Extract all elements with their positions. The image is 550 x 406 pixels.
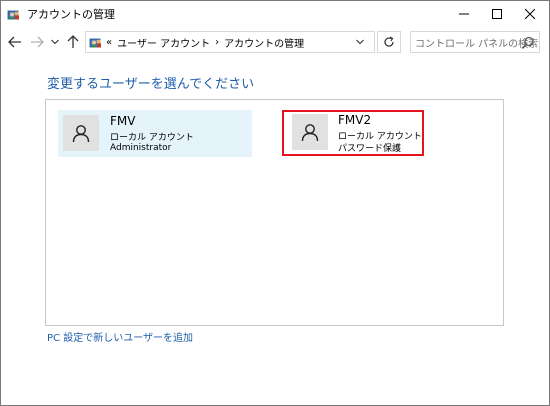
chevron-down-icon [51,39,59,45]
address-dropdown-button[interactable] [352,34,368,50]
search-input[interactable]: コントロール パネルの検索 [410,31,540,53]
search-placeholder: コントロール パネルの検索 [415,39,539,50]
account-list: FMV ローカル アカウント Administrator FMV2 ローカル ア… [45,99,504,326]
breadcrumb-user-accounts[interactable]: ユーザー アカウント [117,35,210,50]
arrow-right-icon [31,36,44,48]
account-management-window: アカウントの管理 « ユーザー アカウント › アカウントの管理 コントロール … [0,0,550,406]
account-role: Administrator [110,143,172,153]
control-panel-icon [89,35,103,49]
account-tile-fmv2[interactable]: FMV2 ローカル アカウント パスワード保護 [282,110,424,156]
account-type: ローカル アカウント [110,133,194,143]
breadcrumb-separator[interactable]: › [215,37,219,48]
address-bar[interactable]: « ユーザー アカウント › アカウントの管理 [85,31,375,53]
minimize-button[interactable] [447,1,481,27]
breadcrumb-manage-accounts[interactable]: アカウントの管理 [224,35,304,50]
breadcrumb-overflow[interactable]: « [106,37,112,48]
account-tile-fmv[interactable]: FMV ローカル アカウント Administrator [58,110,252,157]
search-icon[interactable] [521,35,535,49]
maximize-icon [492,9,502,19]
control-panel-icon [7,7,21,21]
chevron-down-icon [356,39,364,45]
refresh-button[interactable] [377,31,401,53]
page-title: 変更するユーザーを選んでください [47,77,255,92]
close-icon [525,9,535,19]
add-user-link[interactable]: PC 設定で新しいユーザーを追加 [47,329,193,344]
maximize-button[interactable] [480,1,514,27]
back-button[interactable] [7,34,23,50]
title-bar: アカウントの管理 [1,1,549,27]
user-icon [301,124,319,142]
navigation-bar: « ユーザー アカウント › アカウントの管理 コントロール パネルの検索 [1,28,549,56]
user-icon [72,125,90,143]
account-protection: パスワード保護 [338,144,402,154]
arrow-left-icon [8,36,21,48]
account-name: FMV [110,114,136,128]
arrow-up-icon [67,35,79,48]
avatar [63,115,99,151]
recent-locations-button[interactable] [49,34,61,50]
breadcrumb: « ユーザー アカウント › アカウントの管理 [106,35,304,50]
up-button[interactable] [65,34,81,50]
refresh-icon [384,36,394,47]
forward-button[interactable] [29,34,45,50]
window-title: アカウントの管理 [27,8,115,21]
minimize-icon [459,13,469,15]
close-button[interactable] [513,1,547,27]
avatar [292,114,328,150]
main-content: 変更するユーザーを選んでください FMV ローカル アカウント Administ… [1,57,549,405]
account-name: FMV2 [338,113,372,127]
